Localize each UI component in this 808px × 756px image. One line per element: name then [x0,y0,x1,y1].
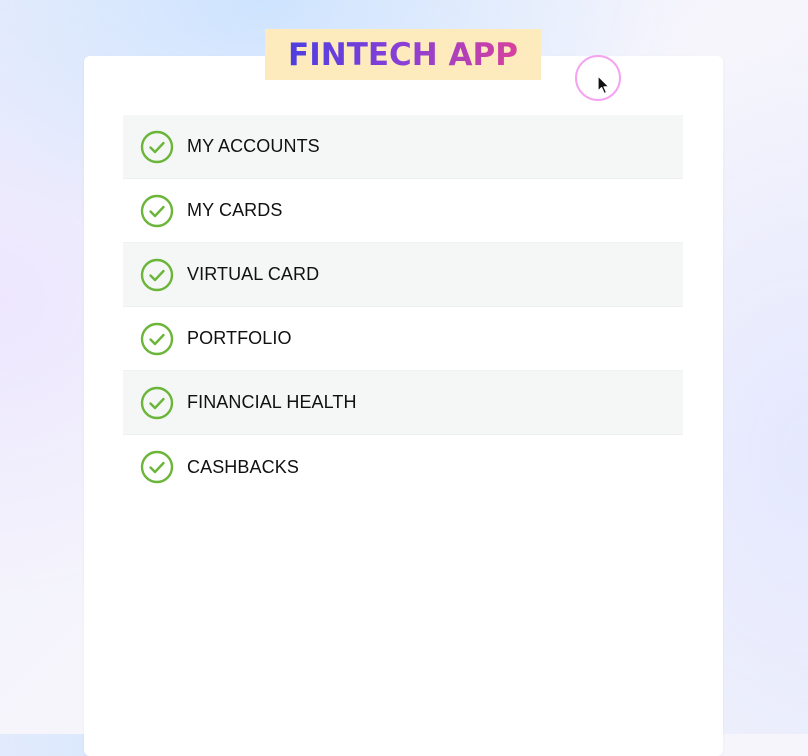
feature-label: MY ACCOUNTS [187,136,320,156]
feature-label: MY CARDS [187,200,283,220]
feature-label: PORTFOLIO [187,328,292,348]
feature-item-virtual-card: VIRTUAL CARD [123,243,683,307]
check-circle-icon [140,386,174,419]
check-circle-icon [140,450,174,484]
feature-item-my-accounts: MY ACCOUNTS [123,115,683,179]
feature-item-financial-health: FINANCIAL HEALTH [123,371,683,435]
mouse-pointer-icon [597,75,610,95]
feature-label: CASHBACKS [187,456,299,477]
feature-label: FINANCIAL HEALTH [187,392,357,412]
check-circle-icon [140,258,174,291]
feature-label: VIRTUAL CARD [187,264,320,284]
feature-item-portfolio: PORTFOLIO [123,307,683,371]
check-circle-icon [140,130,174,163]
feature-item-cashbacks: CASHBACKS [123,435,683,499]
check-circle-icon [140,322,174,355]
app-title-badge: FINTECH APP [265,29,541,80]
check-circle-icon [140,194,174,227]
feature-list: MY ACCOUNTS MY CARDS VIRTUAL CARD PORTFO… [123,115,683,499]
app-title: FINTECH APP [288,36,518,73]
feature-item-my-cards: MY CARDS [123,179,683,243]
